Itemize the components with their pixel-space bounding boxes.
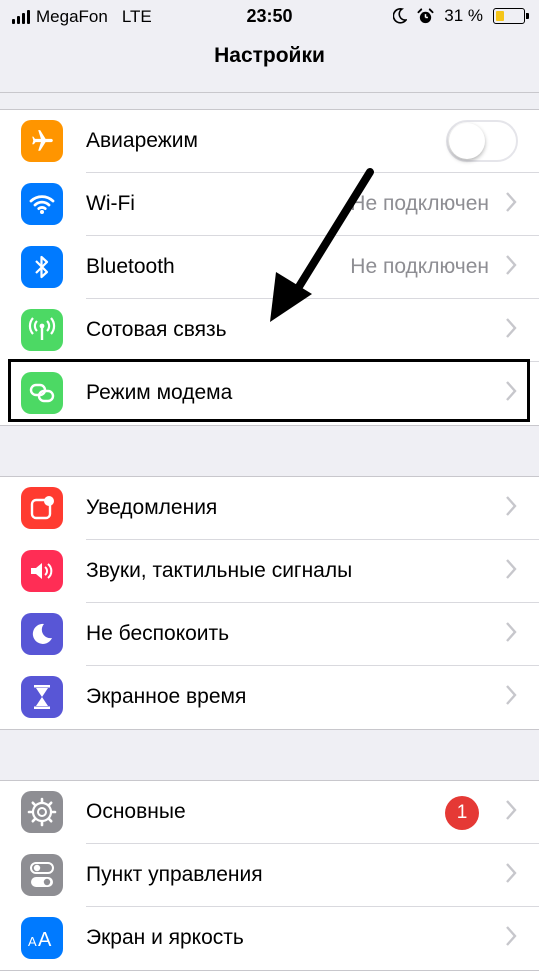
moon-icon	[393, 8, 408, 24]
settings-row-label: Экранное время	[86, 685, 247, 708]
settings-group-notifications: Уведомления Звуки, тактильные сигналы Не…	[0, 476, 539, 730]
settings-row-do-not-disturb[interactable]: Не беспокоить	[0, 603, 539, 666]
settings-row-bluetooth[interactable]: Bluetooth Не подключен	[0, 236, 539, 299]
gear-icon	[21, 791, 63, 833]
notifications-icon	[21, 487, 63, 529]
alarm-icon	[417, 7, 434, 23]
airplane-icon	[21, 120, 63, 162]
moon-icon	[21, 613, 63, 655]
settings-group-connectivity: Авиарежим Wi-Fi Не подключен Bluetooth Н…	[0, 109, 539, 426]
settings-row-display[interactable]: A A Экран и яркость	[0, 907, 539, 970]
settings-row-wifi[interactable]: Wi-Fi Не подключен	[0, 173, 539, 236]
settings-row-label: Основные	[86, 800, 186, 823]
bluetooth-icon	[21, 246, 63, 288]
svg-text:A: A	[28, 934, 37, 949]
speaker-icon	[21, 550, 63, 592]
svg-text:A: A	[38, 929, 52, 950]
settings-row-label: Не беспокоить	[86, 622, 230, 645]
control-center-toggles-icon	[21, 854, 63, 896]
settings-row-cellular[interactable]: Сотовая связь	[0, 299, 539, 362]
battery-icon	[493, 8, 529, 24]
chevron-right-icon	[506, 255, 517, 275]
settings-row-notifications[interactable]: Уведомления	[0, 477, 539, 540]
settings-row-label: Режим модема	[86, 381, 233, 404]
settings-row-personal-hotspot[interactable]: Режим модема	[0, 362, 539, 425]
chevron-right-icon	[506, 559, 517, 579]
chevron-right-icon	[506, 496, 517, 516]
settings-row-label: Wi-Fi	[86, 192, 135, 215]
settings-row-general[interactable]: Основные 1	[0, 781, 539, 844]
settings-group-general: Основные 1 Пункт управления A A Экран и …	[0, 780, 539, 971]
chevron-right-icon	[506, 622, 517, 642]
settings-row-label: Пункт управления	[86, 863, 263, 886]
update-badge: 1	[445, 796, 479, 830]
chevron-right-icon	[506, 381, 517, 401]
settings-row-label: Авиарежим	[86, 129, 198, 152]
airplane-mode-toggle[interactable]	[446, 120, 518, 162]
bluetooth-status: Не подключен	[350, 255, 489, 278]
text-size-aa-icon: A A	[21, 917, 63, 959]
settings-row-label: Уведомления	[86, 496, 218, 519]
hotspot-chain-icon	[21, 372, 63, 414]
status-bar: MegaFon LTE 23:50 31 %	[0, 0, 539, 34]
chevron-right-icon	[506, 318, 517, 338]
settings-row-airplane-mode: Авиарежим	[0, 110, 539, 173]
page-title: Настройки	[214, 44, 325, 67]
chevron-right-icon	[506, 863, 517, 883]
settings-row-label: Экран и яркость	[86, 926, 244, 949]
settings-row-label: Звуки, тактильные сигналы	[86, 559, 353, 582]
battery-percent: 31 %	[444, 6, 483, 25]
chevron-right-icon	[506, 685, 517, 705]
chevron-right-icon	[506, 192, 517, 212]
settings-row-label: Bluetooth	[86, 255, 175, 278]
settings-row-screen-time[interactable]: Экранное время	[0, 666, 539, 729]
hourglass-icon	[21, 676, 63, 718]
settings-row-label: Сотовая связь	[86, 318, 227, 341]
wifi-icon	[21, 183, 63, 225]
wifi-status: Не подключен	[350, 192, 489, 215]
settings-row-control-center[interactable]: Пункт управления	[0, 844, 539, 907]
settings-row-sounds[interactable]: Звуки, тактильные сигналы	[0, 540, 539, 603]
cellular-antenna-icon	[21, 309, 63, 351]
chevron-right-icon	[506, 926, 517, 946]
nav-divider	[0, 92, 539, 93]
chevron-right-icon	[506, 800, 517, 820]
